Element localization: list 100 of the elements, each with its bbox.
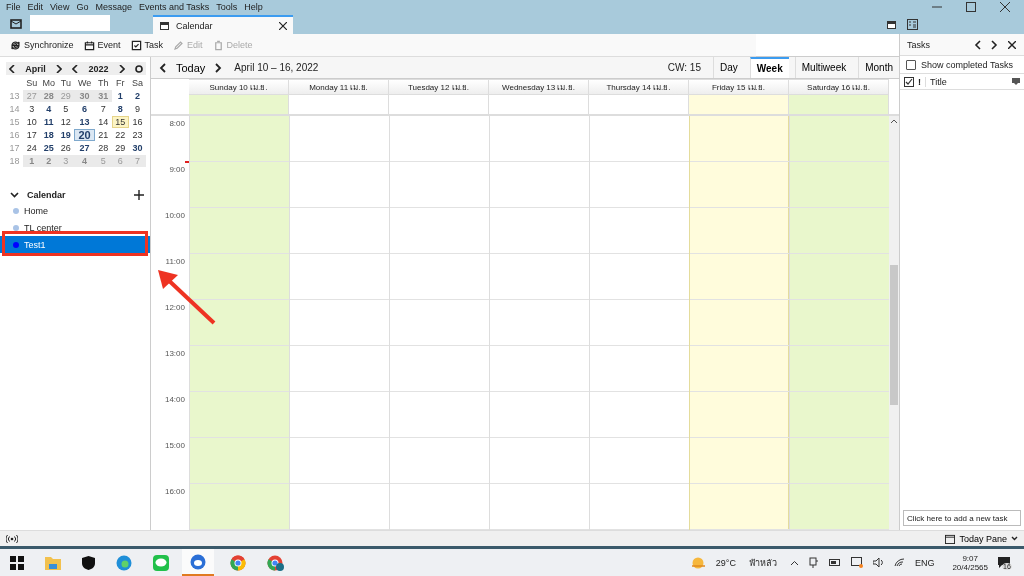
previous-year-icon[interactable] [72,64,79,73]
close-icon[interactable] [1008,40,1016,49]
close-icon[interactable] [1000,2,1010,12]
day-number[interactable]: 4 [40,103,58,115]
view-tab[interactable]: Day [713,57,744,78]
view-tab[interactable]: Month [858,57,899,78]
circle-logo-icon[interactable] [267,554,285,571]
toolbar-button[interactable]: Synchronize [6,37,78,53]
menu-item[interactable]: View [50,2,70,12]
day-number[interactable]: 9 [128,103,146,115]
checkbox[interactable] [906,59,916,70]
menu-item[interactable]: Go [76,2,89,12]
battery-icon[interactable] [828,559,841,566]
new-task-field[interactable]: Click here to add a new task [903,510,1021,526]
circle-logo-icon[interactable] [230,554,246,571]
calendar-tab[interactable]: Calendar [153,15,293,34]
day-number[interactable]: 20 [74,129,95,141]
all-day-cell[interactable] [789,95,889,114]
day-number[interactable]: 17 [23,129,41,141]
scrollbar[interactable] [889,116,899,530]
previous-icon[interactable] [974,39,981,50]
toolbar-button[interactable]: Event [79,37,125,53]
day-number[interactable]: 16 [128,116,146,128]
view-tab[interactable]: Week [749,57,789,78]
checkmark-box-icon[interactable] [904,76,914,87]
all-day-cell[interactable] [689,95,789,114]
view-tab[interactable]: Multiweek [794,57,853,78]
next-icon[interactable] [991,39,998,50]
clock-time[interactable]: 9:07 [962,553,978,563]
all-day-cell[interactable] [189,95,289,114]
day-number[interactable]: 30 [128,142,146,154]
column-picker-icon[interactable] [1012,78,1020,85]
shield-icon[interactable] [82,555,95,570]
notification-icon[interactable] [998,557,1010,568]
day-number[interactable]: 1 [111,90,129,102]
chevron-down-icon[interactable] [10,192,19,198]
add-icon[interactable] [134,190,144,200]
menu-item[interactable]: Help [244,2,263,12]
day-number[interactable]: 13 [74,116,95,128]
day-number[interactable]: 14 [94,116,112,128]
day-number[interactable]: 24 [23,142,41,154]
scrollbar-thumb[interactable] [890,265,898,405]
previous-icon[interactable] [159,62,166,73]
day-number[interactable]: 8 [111,103,129,115]
temperature[interactable]: 29°C [715,557,736,568]
calendar-list-item[interactable]: Test1 [0,236,150,253]
day-number[interactable]: 23 [128,129,146,141]
menu-item[interactable]: File [6,2,21,12]
day-number[interactable]: 25 [40,142,58,154]
day-header: Friday 15 เม.ย. [689,79,789,95]
day-header: Sunday 10 เม.ย. [189,79,289,95]
language-indicator[interactable]: ENG [914,557,935,568]
day-number[interactable]: 26 [57,142,75,154]
windows-logo-icon[interactable] [10,555,24,570]
previous-month-icon[interactable] [9,64,15,73]
menu-item[interactable]: Tools [216,2,238,12]
next-month-icon[interactable] [56,64,62,73]
day-number[interactable]: 28 [94,142,112,154]
clock-date[interactable]: 20/4/2565 [952,562,988,572]
day-number[interactable]: 29 [111,142,129,154]
speaker-icon[interactable] [872,558,884,567]
day-number[interactable]: 7 [94,103,112,115]
caret-up-icon[interactable] [789,559,799,566]
column-header[interactable]: ! [918,76,921,87]
today-circle-icon[interactable] [134,64,143,73]
day-number[interactable]: 5 [57,103,75,115]
calendar-list-item[interactable]: TL center [0,219,150,236]
close-icon[interactable] [279,21,287,30]
day-number[interactable]: 3 [23,103,41,115]
calendar-list-item[interactable]: Home [0,202,150,219]
day-number[interactable]: 12 [57,116,75,128]
today-pane-button[interactable]: Today Pane [945,533,1018,544]
maximize-icon[interactable] [966,2,976,12]
next-icon[interactable] [215,62,223,73]
folder-icon[interactable] [45,555,61,570]
day-number[interactable]: 22 [111,129,129,141]
scroll-up-icon[interactable] [891,119,897,123]
column-header[interactable]: Title [925,76,1008,87]
monitor-icon[interactable] [850,557,863,568]
toolbar-button[interactable]: Task [126,37,168,53]
taskbar-app[interactable] [182,549,214,576]
menu-item[interactable]: Message [95,2,132,12]
task-list-icon[interactable] [907,18,918,30]
menu-item[interactable]: Edit [27,2,44,12]
day-number[interactable]: 2 [128,90,146,102]
day-number[interactable]: 15 [111,116,129,128]
menu-item[interactable]: Events and Tasks [138,2,210,12]
wifi-icon[interactable] [893,558,905,567]
day-number[interactable]: 11 [40,116,58,128]
day-number[interactable]: 6 [74,103,95,115]
today-button[interactable]: Today [172,61,210,74]
day-number[interactable]: 27 [74,142,95,154]
day-number[interactable]: 18 [40,129,58,141]
day-number[interactable]: 19 [57,129,75,141]
envelope-icon[interactable] [10,19,22,29]
next-year-icon[interactable] [118,64,125,73]
day-number[interactable]: 10 [23,116,41,128]
day-number[interactable]: 21 [94,129,112,141]
calendar-icon[interactable] [886,18,897,30]
weather-condition[interactable]: ฟ้าหลัว [748,555,777,570]
